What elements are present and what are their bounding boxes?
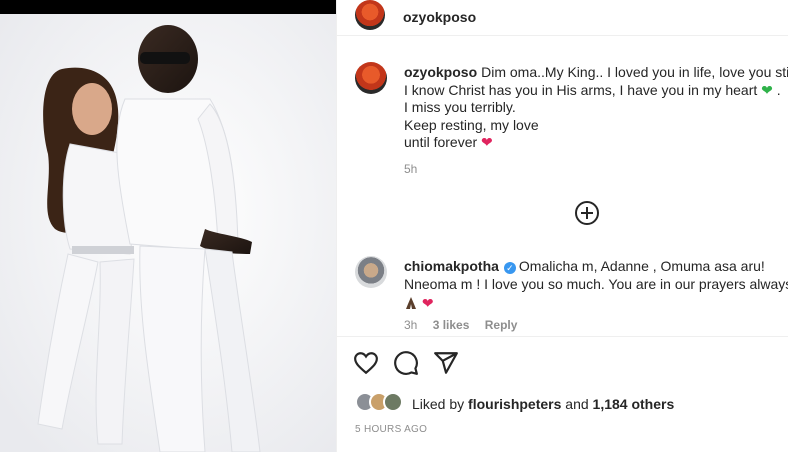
likes-others[interactable]: 1,184 others	[593, 396, 675, 412]
comment-line-2: Nneoma m ! I love you so much. You are i…	[404, 275, 788, 292]
comment-time[interactable]: 3h	[404, 318, 417, 332]
post-photo[interactable]	[0, 0, 336, 452]
post-timestamp[interactable]: 5 HOURS AGO	[355, 424, 427, 435]
caption-line-2: I know Christ has you in His arms, I hav…	[404, 81, 758, 98]
caption-time[interactable]: 5h	[404, 162, 417, 176]
red-heart-icon: ❤	[481, 134, 493, 150]
commenter-username[interactable]: chiomakpotha	[404, 258, 499, 274]
caption-text: ozyokposo Dim oma..My King.. I loved you …	[404, 64, 788, 152]
caption-author-avatar[interactable]	[355, 62, 387, 94]
comment-line-1: Omalicha m, Adanne , Omuma asa aru!	[518, 258, 765, 274]
caption-line-4: Keep resting, my love	[404, 116, 539, 133]
caption-line-3: I miss you terribly.	[404, 99, 516, 115]
post-header: ozyokposo	[337, 0, 788, 36]
author-username[interactable]: ozyokposo	[403, 9, 476, 25]
praying-hands-icon	[404, 295, 422, 311]
comment-likes[interactable]: 3 likes	[433, 318, 470, 332]
comment-bubble-icon[interactable]	[393, 350, 419, 376]
heart-outline-icon[interactable]	[353, 350, 379, 376]
author-avatar[interactable]	[355, 0, 385, 30]
caption-line-2-suffix: .	[776, 81, 781, 98]
likes-text: Liked by flourishpeters and 1,184 others	[412, 396, 674, 412]
caption-meta: 5h	[404, 162, 429, 176]
caption-line-1: Dim oma..My King.. I loved you in life, …	[481, 64, 788, 80]
plus-circle-icon[interactable]	[575, 201, 599, 225]
post-image	[0, 14, 336, 452]
green-heart-icon: ❤	[761, 81, 773, 98]
liker-username[interactable]: flourishpeters	[468, 396, 561, 412]
verified-badge-icon: ✓	[503, 262, 516, 274]
red-heart-icon: ❤	[421, 295, 434, 311]
likes-and: and	[565, 396, 589, 412]
paper-plane-icon[interactable]	[433, 350, 459, 376]
actions-divider	[337, 336, 788, 337]
commenter-avatar[interactable]	[355, 256, 387, 288]
caption-username[interactable]: ozyokposo	[404, 64, 477, 80]
likes-prefix: Liked by	[412, 396, 465, 412]
comment-meta: 3h 3 likes Reply	[404, 318, 529, 332]
post-details-panel: ozyokposo ozyokposo Dim oma..My King.. I …	[336, 0, 788, 452]
liker-avatar	[383, 392, 403, 412]
caption-line-5: until forever	[404, 134, 478, 150]
comment-text: chiomakpotha ✓ Omalicha m, Adanne , Omuma …	[404, 258, 788, 313]
reply-button[interactable]: Reply	[485, 318, 518, 332]
photo-top-bar	[0, 0, 336, 14]
